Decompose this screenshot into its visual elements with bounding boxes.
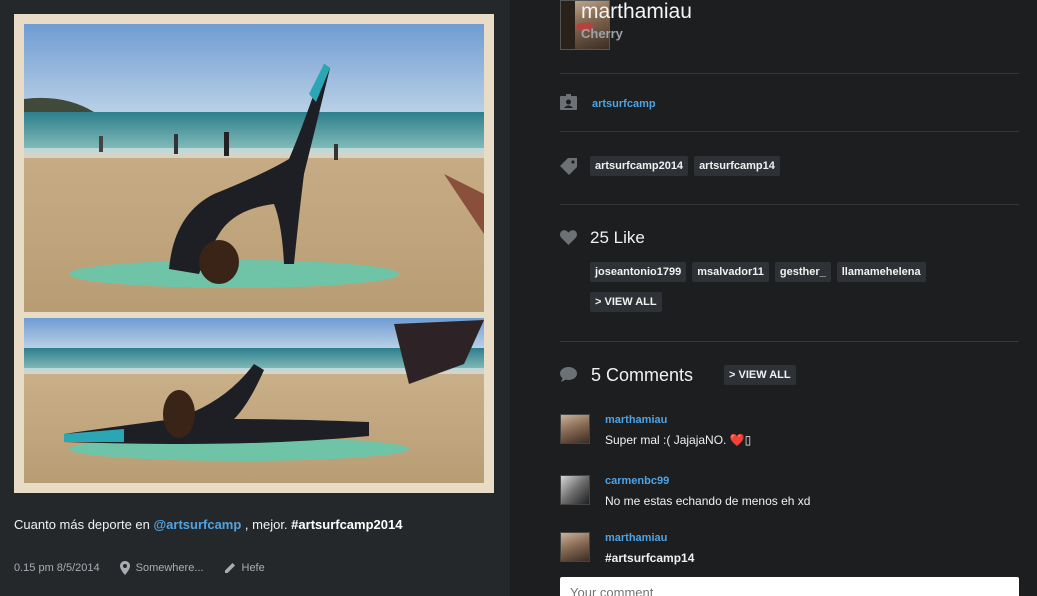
location-pin-icon [119,561,130,575]
caption-mention-link[interactable]: @artsurfcamp [153,517,241,532]
photo-frame [14,14,494,493]
details-panel: marthamiau Cherry artsurfcamp artsurfcam… [511,0,1037,596]
comment-item: marthamiau Super mal :( JajajaNO. ❤️▯ [560,414,1019,454]
post-location-label: Somewhere... [135,562,204,574]
comment-username-link[interactable]: marthamiau [605,414,667,426]
post-meta: 0.15 pm 8/5/2014 Somewhere... Hefe [14,560,285,576]
divider [560,73,1019,74]
comment-hashtag-link[interactable]: #artsurfcamp14 [605,551,694,565]
liker-pill[interactable]: msalvador11 [692,262,769,282]
user-tag-icon [560,94,577,110]
liker-pill[interactable]: llamamehelena [836,262,926,282]
liker-pill[interactable]: joseantonio1799 [590,262,687,282]
comment-text-body: Super mal :( JajajaNO. [605,433,730,447]
tagged-user-link[interactable]: artsurfcamp [592,98,656,110]
likes-count: 25 Like [590,228,645,247]
post-filter: Hefe [224,562,265,574]
post-time: 0.15 pm 8/5/2014 [14,562,100,574]
caption-text: Cuanto más deporte en [14,517,154,532]
comment-avatar[interactable] [560,414,590,444]
divider [560,204,1019,205]
comment-username-link[interactable]: carmenbc99 [605,475,669,487]
pencil-icon [224,563,235,573]
heart-emoji: ❤️ [729,433,745,447]
comments-view-all-button[interactable]: > VIEW ALL [724,365,796,385]
comments-count: 5 Comments [591,365,694,385]
comment-text: No me estas echando de menos eh xd [605,494,811,508]
comment-item: marthamiau #artsurfcamp14 [560,532,1019,572]
comment-avatar[interactable] [560,532,590,562]
post-photo[interactable] [24,24,484,483]
username-link[interactable]: marthamiau [581,0,692,24]
divider [560,341,1019,342]
likers-list: joseantonio1799 msalvador11 gesther_ lla… [590,262,932,282]
likes-view-all-button[interactable]: > VIEW ALL [590,292,662,312]
speech-bubble-icon [560,367,577,382]
divider [560,131,1019,132]
liker-pill[interactable]: gesther_ [774,262,831,282]
photo-collage [24,24,484,483]
comment-text: Super mal :( JajajaNO. ❤️▯ [605,433,751,447]
comment-username-link[interactable]: marthamiau [605,532,667,544]
post-location[interactable]: Somewhere... [119,561,204,575]
hashtag-list: artsurfcamp2014 artsurfcamp14 [590,156,786,176]
comment-text-trail: ▯ [744,433,752,447]
photo-panel: Cuanto más deporte en @artsurfcamp , mej… [0,0,510,596]
user-full-name: Cherry [581,26,623,41]
caption-hashtag-link[interactable]: #artsurfcamp2014 [291,517,402,532]
tag-icon [560,158,577,175]
comment-item: carmenbc99 No me estas echando de menos … [560,475,1019,515]
post-filter-label: Hefe [241,562,265,574]
hashtag-pill[interactable]: artsurfcamp2014 [590,156,689,176]
comment-input[interactable] [560,577,1019,596]
hashtag-pill[interactable]: artsurfcamp14 [694,156,780,176]
post-caption: Cuanto más deporte en @artsurfcamp , mej… [14,516,494,533]
heart-icon[interactable] [560,230,577,245]
caption-text-middle: , mejor. [241,517,292,532]
comment-avatar[interactable] [560,475,590,505]
